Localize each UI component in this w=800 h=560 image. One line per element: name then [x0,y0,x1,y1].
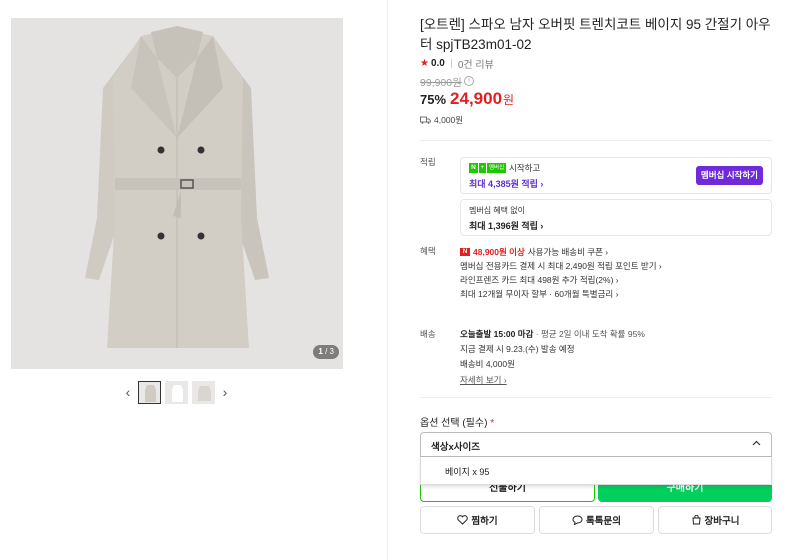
option-label: 옵션 선택 (필수) * [420,418,495,429]
option-item[interactable]: 베이지 x 95 [445,465,489,478]
discount-rate: 75% [420,92,447,107]
delivery-detail-link[interactable]: 자세히 보기 › [460,374,507,386]
rating-row[interactable]: ★ 0.0 0건 리뷰 [420,56,494,71]
max-points-with-membership[interactable]: 최대 4,385원 적립 › [469,177,543,190]
info-icon[interactable]: i [464,76,474,86]
dispatch-date: 지금 결제 시 9.23.(수) 발송 예정 [460,344,575,354]
chevron-left-icon: ‹ [125,384,131,400]
membership-start-text: 시작하고 [509,163,541,173]
coupon-text: 사용가능 배송비 쿠폰 › [527,247,609,257]
option-dropdown[interactable]: 색상x사이즈 [420,432,772,457]
today-shipping-row: 오늘출발 15:00 마감 · 평균 2일 이내 도착 확률 95% [460,329,645,339]
thumbnail-2[interactable] [165,380,188,404]
truck-icon [420,116,431,124]
shipping-fee-row: 4,000원 [420,114,463,126]
points-label: 적립 [420,157,436,167]
benefits-label: 혜택 [420,246,436,256]
review-count: 0건 리뷰 [457,60,494,71]
wishlist-button[interactable]: 찜하기 [420,506,535,534]
no-membership-text: 멤버십 혜택 없이 [469,206,525,215]
price-row: 75% 24,900 원 [420,89,514,109]
delivery-info: 오늘출발 15:00 마감 · 평균 2일 이내 도착 확률 95% 지금 결제… [460,327,772,372]
chevron-up-icon [752,440,761,446]
option-list: 베이지 x 95 [420,457,772,485]
chat-bubble-icon [572,515,583,525]
delivery-label: 배송 [420,329,436,339]
thumbnail-1[interactable] [138,380,161,404]
dropdown-value: 색상x사이즈 [431,442,480,453]
linefriends-card-benefit[interactable]: 라인프렌즈 카드 최대 498원 추가 적립(2%) › [460,273,772,287]
max-points-without-membership[interactable]: 최대 1,396원 적립 › [469,219,543,232]
rating-separator [450,59,452,68]
thumbnail-strip: ‹ › [120,379,233,405]
coupon-amount: 48,900원 이상 [473,247,525,257]
base-points-card: 멤버십 혜택 없이 최대 1,396원 적립 › [460,199,772,236]
shopping-bag-icon [691,515,701,525]
product-gallery: 1 / 3 ‹ › [0,0,387,560]
installment-benefit[interactable]: 최대 12개월 무이자 할부 · 60개월 특별금리 › [460,287,772,301]
currency-unit: 원 [503,93,515,107]
star-icon: ★ [420,58,429,69]
section-divider [420,140,772,141]
original-price: 99,900원 [420,77,462,89]
coupon-icon: N [460,248,470,256]
section-divider [420,397,772,398]
column-divider [387,0,388,560]
product-title: [오트렌] 스파오 남자 오버핏 트렌치코트 베이지 95 간절기 아우터 sp… [420,17,771,52]
thumb-prev-button[interactable]: ‹ [120,379,136,405]
delivery-fee: 배송비 4,000원 [460,359,515,369]
benefits-list: N 48,900원 이상 사용가능 배송비 쿠폰 › 멤버십 전용카드 결제 시… [460,245,772,301]
membership-points-card: N + 멤버십 시작하고 최대 4,385원 적립 › 멤버십 시작하기 [460,157,772,194]
shipping-fee: 4,000원 [434,115,464,125]
product-main-image[interactable]: 1 / 3 [11,18,343,369]
start-membership-button[interactable]: 멤버십 시작하기 [695,166,763,185]
talktalk-inquiry-button[interactable]: 톡톡문의 [539,506,654,534]
chevron-right-icon: › [222,384,228,400]
heart-icon [457,515,469,525]
coupon-benefit-row[interactable]: N 48,900원 이상 사용가능 배송비 쿠폰 › [460,245,772,259]
membership-card-benefit[interactable]: 멤버십 전용카드 결제 시 최대 2,490원 적립 포인트 받기 › [460,259,772,273]
naver-membership-badge: N + 멤버십 [469,163,507,173]
required-mark: * [490,418,495,429]
image-counter: 1 / 3 [313,345,339,359]
thumb-next-button[interactable]: › [217,379,233,405]
sale-price: 24,900 [450,89,503,108]
rating-score: 0.0 [430,58,445,69]
cart-button[interactable]: 장바구니 [658,506,772,534]
trench-coat-image [11,18,343,369]
thumbnail-3[interactable] [192,380,215,404]
